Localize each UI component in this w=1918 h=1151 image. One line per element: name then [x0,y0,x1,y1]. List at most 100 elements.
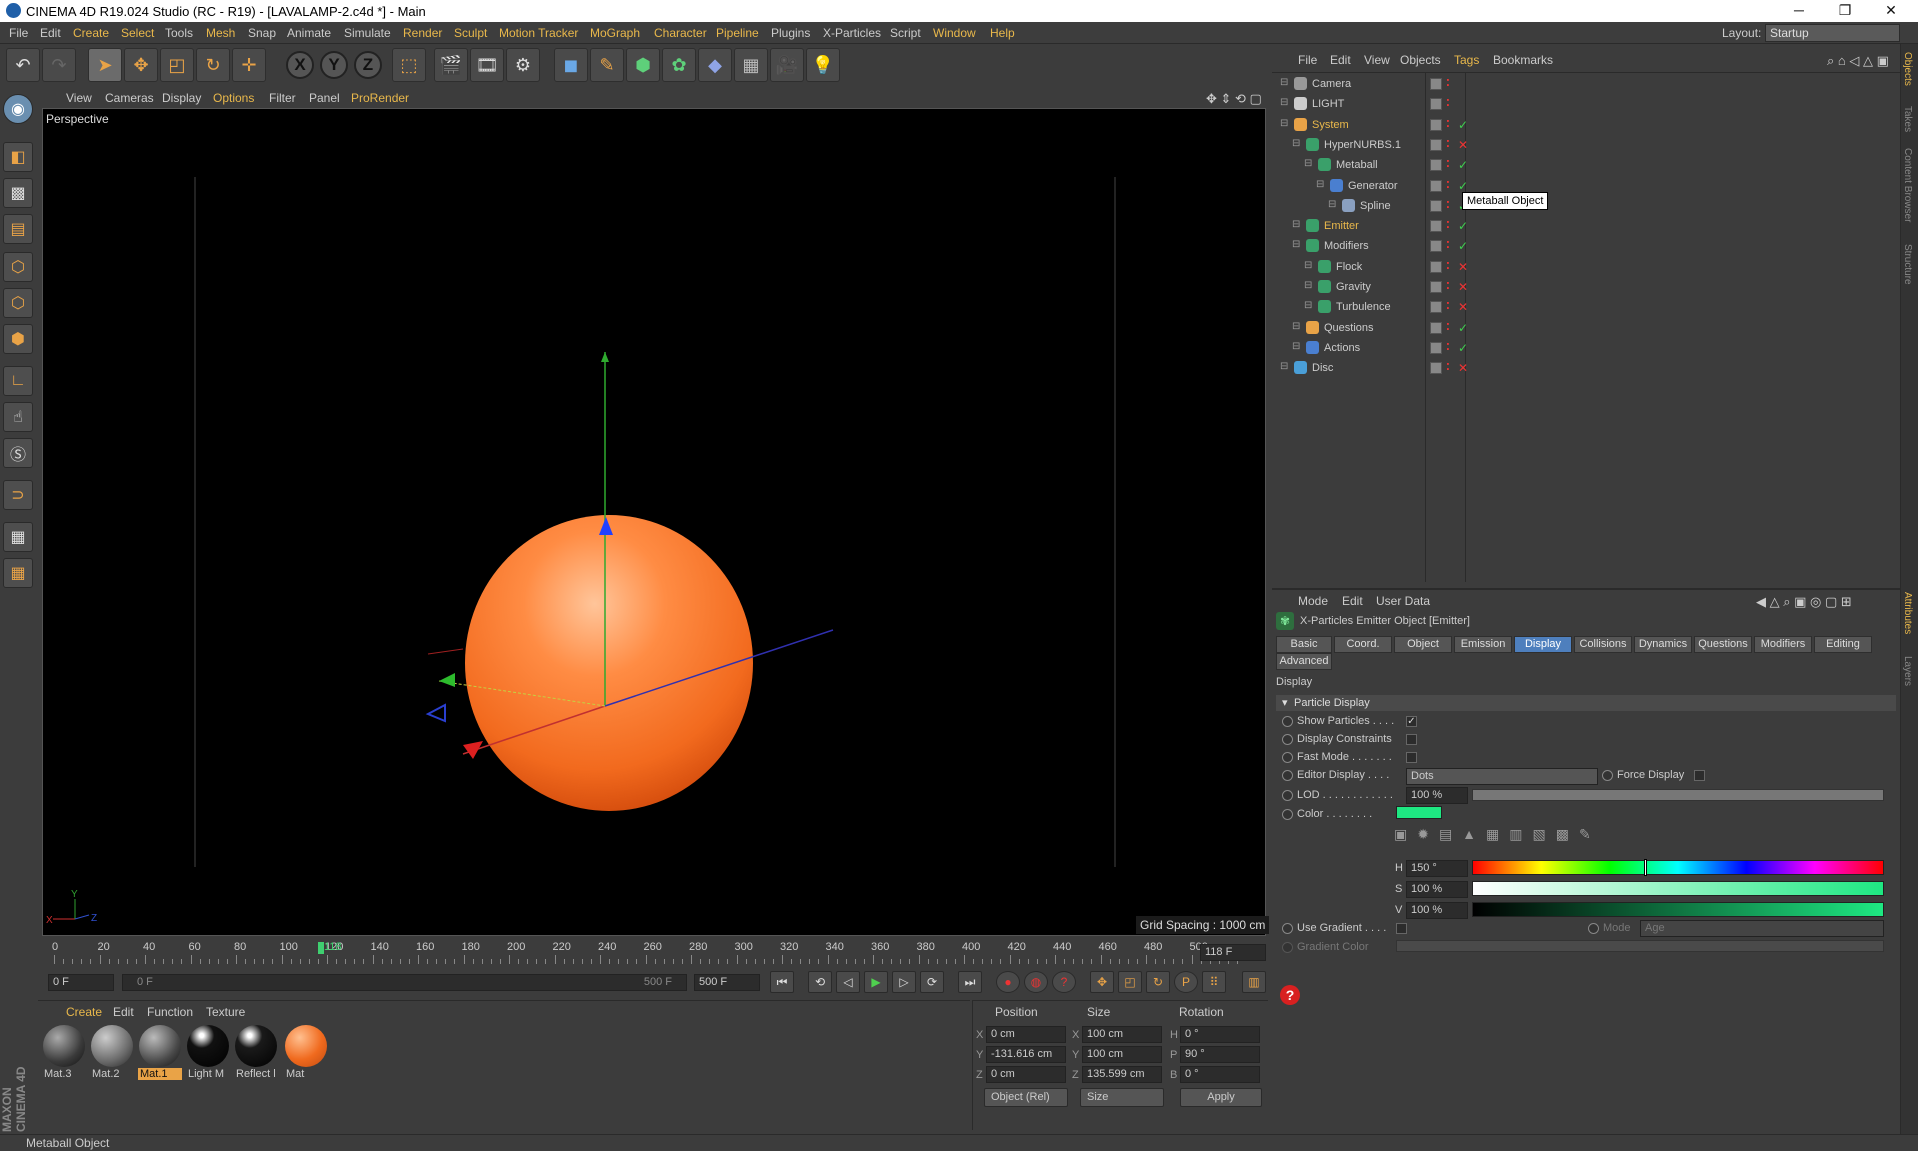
object-row[interactable]: ⊟ Generator ⁚ ✓ [1272,176,1900,196]
coord-mode-select[interactable]: Object (Rel) [984,1088,1068,1107]
coord-pos-z-field[interactable]: 0 cm [986,1066,1066,1083]
menu-simulate[interactable]: Simulate [344,26,391,40]
enabled-check-icon[interactable]: ✓ [1458,341,1468,355]
group-particle-display[interactable]: ▾ Particle Display [1276,695,1896,711]
om-search-icon[interactable]: ⌕ ⌂ ◁ △ ▣ [1827,53,1889,69]
object-name[interactable]: Generator [1348,180,1398,192]
editor-display-select[interactable]: Dots [1406,768,1598,785]
om-menu-tags[interactable]: Tags [1454,53,1479,67]
material-swatch[interactable]: Mat [284,1024,328,1080]
menu-x-particles[interactable]: X-Particles [823,26,881,40]
scale-icon[interactable]: ◰ [160,48,194,82]
anim-radio-icon[interactable] [1282,715,1293,727]
coord-rot-h-field[interactable]: 0 ° [1180,1026,1260,1043]
layer-icon[interactable] [1430,240,1442,253]
menu-mograph[interactable]: MoGraph [590,26,640,40]
mat-menu-edit[interactable]: Edit [113,1005,134,1019]
saturation-slider[interactable] [1472,881,1884,896]
key-position-icon[interactable]: ✥ [1090,971,1114,993]
object-row[interactable]: ⊟ Gravity ⁚ ✕ [1272,277,1900,297]
vp-menu-view[interactable]: View [66,91,92,105]
visibility-dots-icon[interactable]: ⁚ [1446,78,1450,89]
om-menu-bookmarks[interactable]: Bookmarks [1493,53,1553,67]
anim-radio-icon[interactable] [1282,922,1293,934]
object-name[interactable]: Emitter [1324,220,1359,232]
tree-toggle-icon[interactable]: ⊟ [1292,321,1300,332]
menu-pipeline[interactable]: Pipeline [716,26,759,40]
coord-size-select[interactable]: Size [1080,1088,1164,1107]
coord-size-y-field[interactable]: 100 cm [1082,1046,1162,1063]
om-menu-edit[interactable]: Edit [1330,53,1351,67]
redo-icon[interactable]: ↷ [42,48,76,82]
tab-dynamics[interactable]: Dynamics [1634,636,1692,653]
tab-questions[interactable]: Questions [1694,636,1752,653]
coord-rot-p-field[interactable]: 90 ° [1180,1046,1260,1063]
material-swatch[interactable]: Mat.3 [42,1024,86,1080]
pen-spline-icon[interactable]: ✎ [590,48,624,82]
side-tab-takes[interactable]: Takes [1902,106,1913,132]
timeline[interactable]: 0 20 40 60 80 100 120 140 160 180 200 220 240 260 280 3… [42,938,1270,968]
hue-slider[interactable] [1472,859,1884,876]
tree-toggle-icon[interactable]: ⊟ [1292,219,1300,230]
viewport-nav-icons[interactable]: ✥ ⇕ ⟲ ▢ [1206,91,1262,107]
attr-menu-edit[interactable]: Edit [1342,594,1363,608]
disabled-x-icon[interactable]: ✕ [1458,280,1468,294]
viewport[interactable]: X Y Z [42,108,1266,936]
side-tab-layers[interactable]: Layers [1902,656,1913,686]
anim-radio-icon[interactable] [1282,769,1293,781]
deformer-icon[interactable]: ◆ [698,48,732,82]
go-to-start-icon[interactable]: ⏮ [770,971,794,993]
object-row[interactable]: ⊟Spline⁚✓ [1272,196,1900,216]
anim-radio-icon[interactable] [1282,941,1293,953]
tree-toggle-icon[interactable]: ⊟ [1304,280,1312,291]
menu-sculpt[interactable]: Sculpt [454,26,487,40]
object-name[interactable]: LIGHT [1312,98,1344,110]
object-row[interactable]: ⊟ HyperNURBS.1 ⁚ ✕ [1272,135,1900,155]
previous-frame-icon[interactable]: ◁ [836,971,860,993]
use-gradient-checkbox[interactable] [1396,923,1407,934]
axis-mode-icon[interactable]: ∟ [3,366,33,396]
gradient-bar[interactable] [1396,940,1884,952]
enabled-check-icon[interactable]: ✓ [1458,219,1468,233]
visibility-dots-icon[interactable]: ⁚ [1446,200,1450,211]
h-field[interactable]: 150 ° [1406,860,1468,877]
object-name[interactable]: System [1312,119,1349,131]
anim-radio-icon[interactable] [1282,733,1293,745]
anim-radio-icon[interactable] [1282,808,1293,820]
tree-toggle-icon[interactable]: ⊟ [1292,138,1300,149]
menu-file[interactable]: File [9,26,28,40]
menu-window[interactable]: Window [933,26,976,40]
record-keys-icon[interactable]: ● [996,971,1020,993]
edit-render-settings-icon[interactable]: ⚙ [506,48,540,82]
om-menu-objects[interactable]: Objects [1400,53,1441,67]
cloner-icon[interactable]: ✿ [662,48,696,82]
z-axis-lock-icon[interactable]: Z [354,51,382,79]
visibility-dots-icon[interactable]: ⁚ [1446,139,1450,150]
move-icon[interactable]: ✥ [124,48,158,82]
visibility-dots-icon[interactable]: ⁚ [1446,261,1450,272]
tab-editing[interactable]: Editing [1814,636,1872,653]
menu-create[interactable]: Create [73,26,109,40]
anim-radio-icon[interactable] [1588,922,1599,934]
model-mode-icon[interactable]: ◧ [3,142,33,172]
polygons-mode-icon[interactable]: ⬢ [3,324,33,354]
layer-icon[interactable] [1430,260,1442,273]
value-slider[interactable] [1472,902,1884,917]
visibility-dots-icon[interactable]: ⁚ [1446,119,1450,130]
object-row[interactable]: ⊟ Questions ⁚ ✓ [1272,318,1900,338]
apply-button[interactable]: Apply [1180,1088,1262,1107]
current-frame-field[interactable]: 118 F [1200,944,1266,961]
tab-advanced[interactable]: Advanced [1276,653,1332,670]
tab-emission[interactable]: Emission [1454,636,1512,653]
layer-icon[interactable] [1430,301,1442,314]
coord-rot-b-field[interactable]: 0 ° [1180,1066,1260,1083]
select-cursor-icon[interactable]: ➤ [88,48,122,82]
attr-menu-user-data[interactable]: User Data [1376,594,1430,608]
help-icon[interactable]: ? [1280,985,1300,1005]
undo-icon[interactable]: ↶ [6,48,40,82]
anim-radio-icon[interactable] [1282,751,1293,763]
coord-pos-x-field[interactable]: 0 cm [986,1026,1066,1043]
vp-menu-options[interactable]: Options [213,91,254,105]
menu-plugins[interactable]: Plugins [771,26,810,40]
visibility-dots-icon[interactable]: ⁚ [1446,98,1450,109]
